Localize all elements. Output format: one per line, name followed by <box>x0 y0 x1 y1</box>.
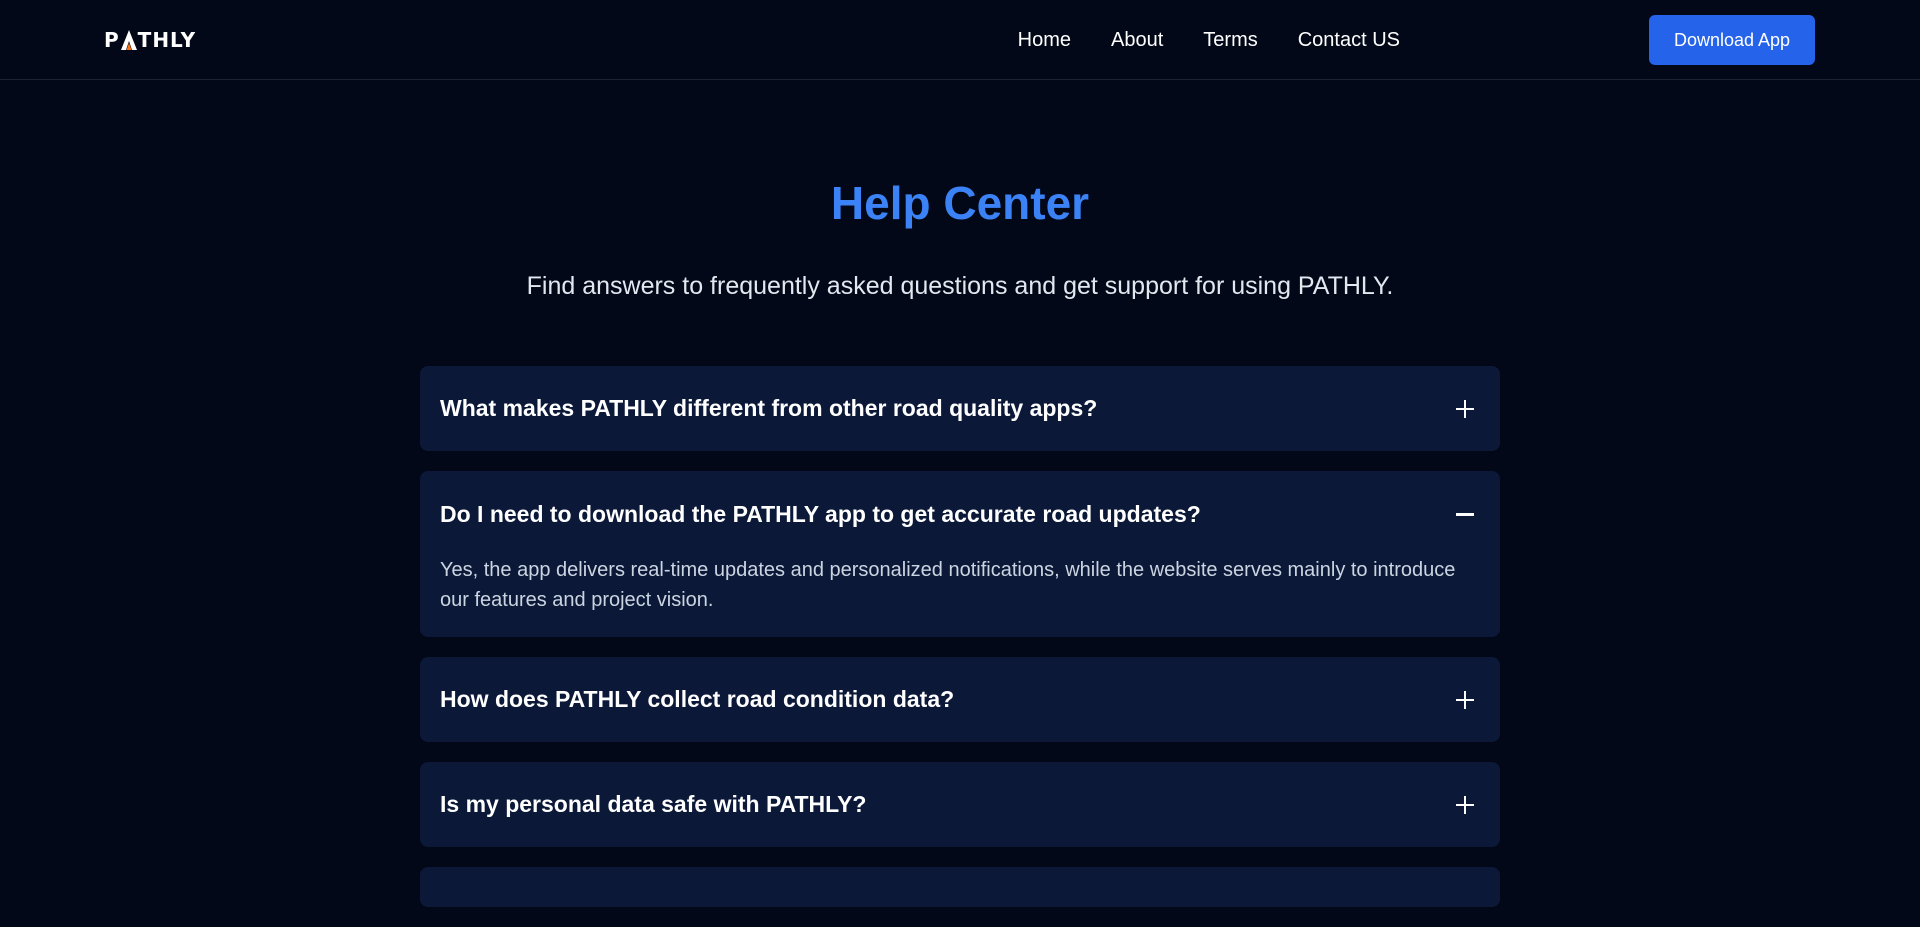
logo-a-icon <box>120 30 137 50</box>
faq-question: Do I need to download the PATHLY app to … <box>440 500 1201 527</box>
faq-question-toggle[interactable]: Do I need to download the PATHLY app to … <box>440 471 1480 557</box>
logo-letters-thly: THLY <box>137 28 197 52</box>
plus-icon[interactable] <box>1453 793 1477 817</box>
faq-question-toggle[interactable]: What makes PATHLY different from other r… <box>440 366 1480 451</box>
plus-icon[interactable] <box>1453 397 1477 421</box>
nav-links: Home About Terms Contact US <box>978 22 1400 58</box>
plus-icon[interactable] <box>1453 688 1477 712</box>
faq-item-partial <box>420 867 1500 907</box>
faq-item: Do I need to download the PATHLY app to … <box>420 471 1500 637</box>
faq-item: Is my personal data safe with PATHLY? <box>420 762 1500 847</box>
download-app-button[interactable]: Download App <box>1649 15 1815 65</box>
page-subtitle: Find answers to frequently asked questio… <box>526 272 1394 300</box>
faq-list: What makes PATHLY different from other r… <box>420 366 1500 927</box>
faq-item: What makes PATHLY different from other r… <box>420 366 1500 451</box>
pathly-logo[interactable]: P THLY <box>104 27 196 53</box>
faq-question: How does PATHLY collect road condition d… <box>440 686 955 712</box>
logo-letter-p: P <box>104 28 120 52</box>
faq-question: What makes PATHLY different from other r… <box>440 395 1098 421</box>
faq-question-toggle[interactable]: How does PATHLY collect road condition d… <box>440 657 1480 742</box>
faq-item: How does PATHLY collect road condition d… <box>420 657 1500 742</box>
faq-answer: Yes, the app delivers real-time updates … <box>440 559 1456 611</box>
nav-link-terms[interactable]: Terms <box>1203 29 1257 52</box>
nav-link-about[interactable]: About <box>1111 29 1163 52</box>
faq-question: Is my personal data safe with PATHLY? <box>440 791 867 817</box>
nav-link-home[interactable]: Home <box>1018 29 1071 52</box>
top-navbar: P THLY Home About Terms Contact US Downl… <box>0 0 1920 80</box>
faq-question-toggle[interactable]: Is my personal data safe with PATHLY? <box>440 762 1480 847</box>
nav-link-contact[interactable]: Contact US <box>1298 29 1400 52</box>
page-title: Help Center <box>830 177 1090 229</box>
minus-icon[interactable] <box>1453 502 1477 526</box>
